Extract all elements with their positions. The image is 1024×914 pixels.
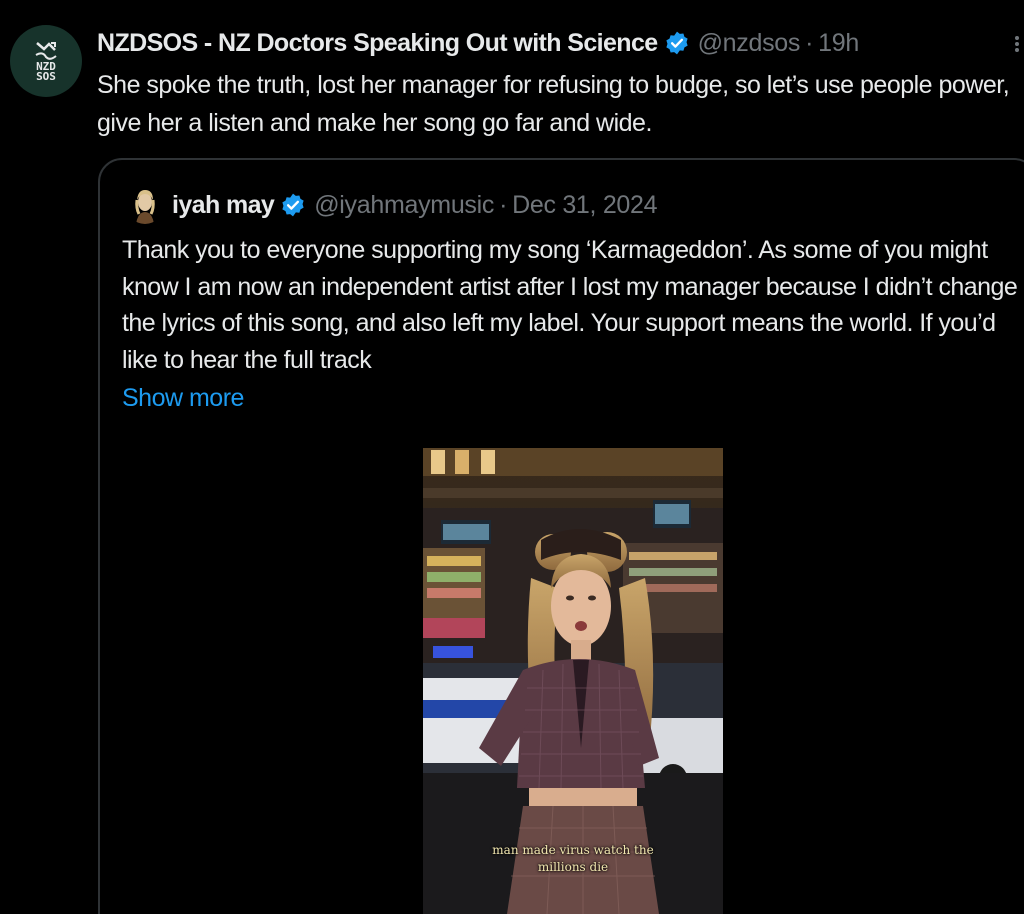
verified-badge-icon[interactable] xyxy=(664,30,690,56)
video-caption: man made virus watch the millions die xyxy=(423,842,723,876)
quoted-post-body-text: Thank you to everyone supporting my song… xyxy=(122,236,1018,374)
quoted-author-avatar[interactable] xyxy=(126,186,164,224)
author-handle[interactable]: @nzdsos xyxy=(698,29,801,58)
show-more-link[interactable]: Show more xyxy=(122,380,244,416)
video-caption-line-2: millions die xyxy=(537,860,609,874)
meta-separator: · xyxy=(805,28,814,57)
post-body-text: She spoke the truth, lost her manager fo… xyxy=(97,71,1010,137)
quoted-author-handle[interactable]: @iyahmaymusic xyxy=(314,191,494,220)
nzdsos-logo-icon xyxy=(35,42,57,60)
quoted-post-date[interactable]: Dec 31, 2024 xyxy=(512,191,657,220)
quoted-author-display-name[interactable]: iyah may xyxy=(172,191,275,220)
author-avatar[interactable]: NZD SOS xyxy=(10,25,82,97)
avatar-logo-text-bottom: SOS xyxy=(36,70,56,83)
video-caption-line-1: man made virus watch the xyxy=(492,843,654,857)
quoted-post-header: iyah may @iyahmaymusic · Dec 31, 2024 xyxy=(172,189,658,221)
post-timestamp[interactable]: 19h xyxy=(818,29,859,58)
quoted-verified-badge-icon[interactable] xyxy=(280,192,306,218)
more-options-icon[interactable] xyxy=(1010,34,1024,54)
video-player[interactable]: man made virus watch the millions die xyxy=(423,448,723,914)
quoted-meta-separator: · xyxy=(499,190,508,219)
post-header: NZDSOS - NZ Doctors Speaking Out with Sc… xyxy=(97,27,859,59)
author-display-name[interactable]: NZDSOS - NZ Doctors Speaking Out with Sc… xyxy=(97,29,658,58)
